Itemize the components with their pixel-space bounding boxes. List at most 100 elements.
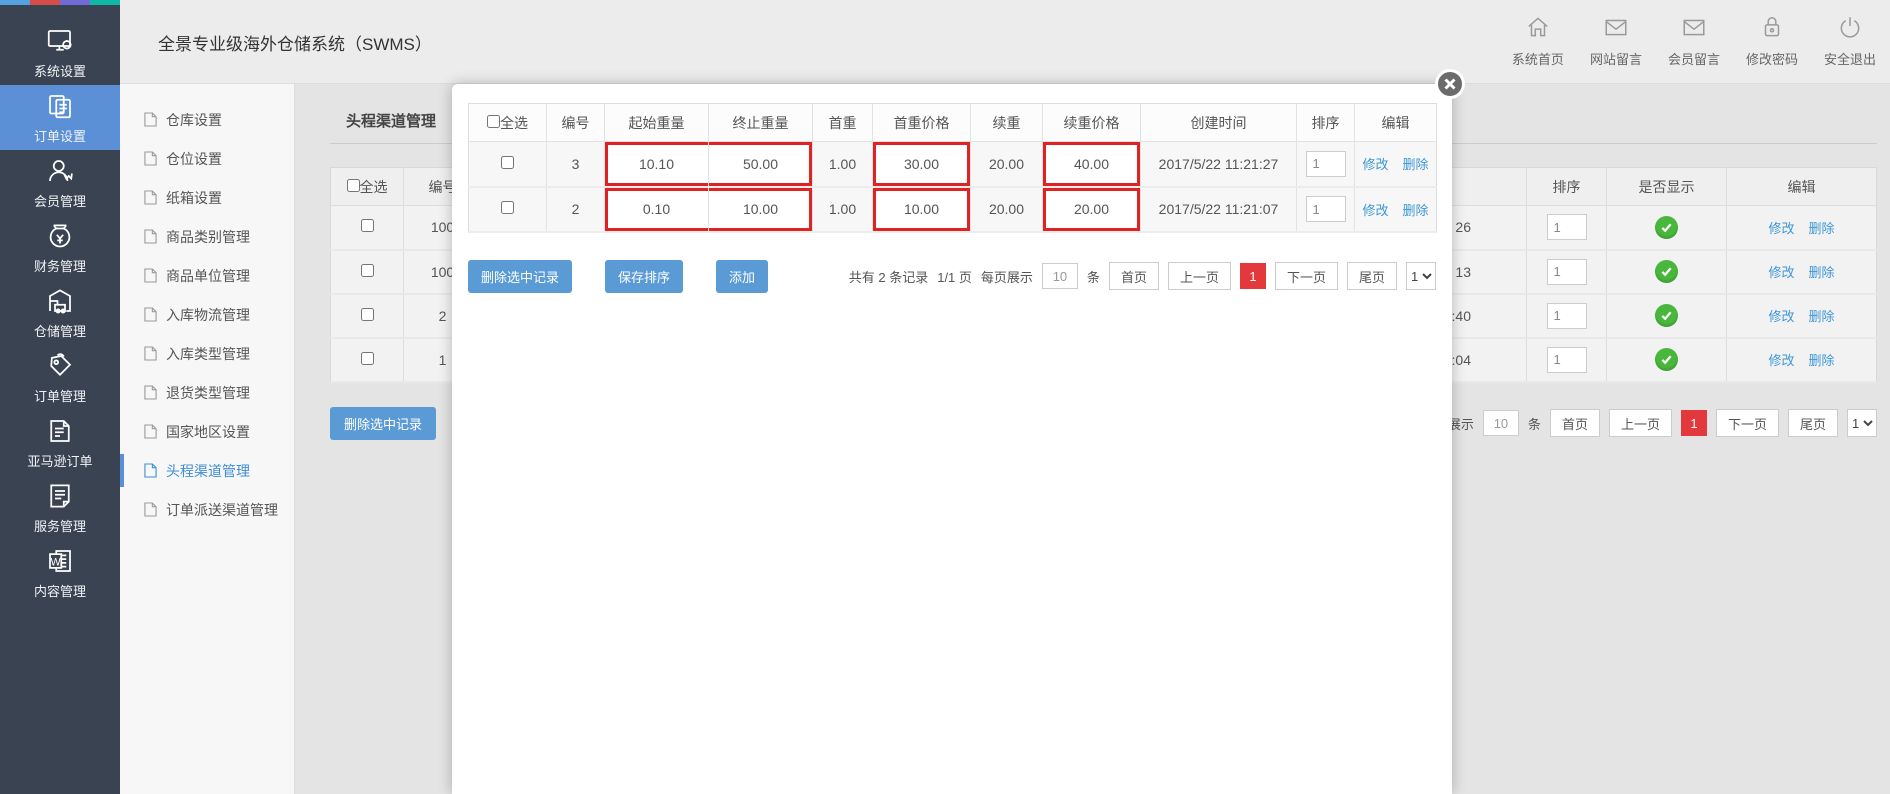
visible-check-icon[interactable]: [1655, 260, 1678, 283]
next-page-button[interactable]: 下一页: [1275, 262, 1338, 290]
visible-check-icon[interactable]: [1655, 216, 1678, 239]
page-icon: [144, 151, 157, 166]
submenu-item-product-unit[interactable]: 商品单位管理: [120, 256, 294, 295]
sort-input[interactable]: [1547, 303, 1587, 329]
last-page-button[interactable]: 尾页: [1788, 409, 1838, 437]
sidebar-item-order-management[interactable]: 订单管理: [0, 345, 120, 410]
header-action-site-messages[interactable]: 网站留言: [1590, 14, 1642, 68]
sort-input[interactable]: [1306, 196, 1346, 222]
next-page-button[interactable]: 下一页: [1716, 409, 1779, 437]
visible-header: 是否显示: [1607, 168, 1727, 206]
edit-link[interactable]: 修改: [1362, 203, 1388, 218]
header-action-member-messages[interactable]: 会员留言: [1668, 14, 1720, 68]
save-sort-button[interactable]: 保存排序: [605, 260, 683, 293]
submenu-item-label: 订单派送渠道管理: [166, 500, 278, 520]
sidebar-item-label: 服务管理: [34, 516, 86, 535]
sort-header: 排序: [1527, 168, 1607, 206]
perpage-label: 每页展示: [981, 267, 1033, 286]
perpage-unit: 条: [1528, 414, 1541, 433]
delete-link[interactable]: 删除: [1403, 203, 1429, 218]
select-all-checkbox[interactable]: [347, 179, 360, 192]
page-jump-select[interactable]: 1: [1406, 262, 1436, 290]
edit-link[interactable]: 修改: [1768, 221, 1794, 236]
total-records: 共有 2 条记录: [849, 267, 928, 286]
row-checkbox[interactable]: [361, 308, 374, 321]
submenu-item-country-region[interactable]: 国家地区设置: [120, 412, 294, 451]
page-icon: [144, 112, 157, 127]
submenu-item-warehouse-settings[interactable]: 仓库设置: [120, 100, 294, 139]
sort-input[interactable]: [1547, 259, 1587, 285]
row-checkbox[interactable]: [361, 352, 374, 365]
header-action-change-password[interactable]: 修改密码: [1746, 14, 1798, 68]
modal-table-row: 3 10.10 50.00 1.00 30.00 20.00 40.00 201…: [469, 142, 1437, 187]
strip-purple: [60, 0, 90, 5]
sidebar-item-service-management[interactable]: 服务管理: [0, 475, 120, 540]
sidebar-item-amazon-orders[interactable]: 亚马逊订单: [0, 410, 120, 475]
delete-link[interactable]: 删除: [1403, 157, 1429, 172]
current-page-button[interactable]: 1: [1681, 410, 1707, 436]
sort-input[interactable]: [1306, 151, 1346, 177]
row-checkbox[interactable]: [501, 156, 514, 169]
first-page-button[interactable]: 首页: [1109, 262, 1159, 290]
sort-input[interactable]: [1547, 214, 1587, 240]
edit-link[interactable]: 修改: [1768, 265, 1794, 280]
strip-teal: [90, 0, 120, 5]
delete-link[interactable]: 删除: [1809, 221, 1835, 236]
perpage-input[interactable]: [1042, 263, 1078, 289]
submenu-item-label: 仓位设置: [166, 149, 222, 169]
submenu-item-carton-settings[interactable]: 纸箱设置: [120, 178, 294, 217]
row-checkbox[interactable]: [361, 219, 374, 232]
sidebar-item-warehouse-management[interactable]: 仓储管理: [0, 280, 120, 345]
delete-link[interactable]: 删除: [1809, 265, 1835, 280]
submenu-item-product-category[interactable]: 商品类别管理: [120, 217, 294, 256]
submenu-item-inbound-type[interactable]: 入库类型管理: [120, 334, 294, 373]
page-icon: [144, 463, 157, 478]
delete-link[interactable]: 删除: [1809, 309, 1835, 324]
submenu-item-return-type[interactable]: 退货类型管理: [120, 373, 294, 412]
row-checkbox[interactable]: [501, 201, 514, 214]
submenu-item-order-delivery-channel[interactable]: 订单派送渠道管理: [120, 490, 294, 529]
edit-link[interactable]: 修改: [1362, 157, 1388, 172]
sidebar-item-order-settings[interactable]: 订单设置: [0, 85, 120, 150]
pagination: 1 页 每页展示 条 首页 上一页 1 下一页 尾页 1: [1389, 409, 1877, 437]
cont-weight-cell: 20.00: [971, 142, 1043, 187]
header-action-logout[interactable]: 安全退出: [1824, 14, 1876, 68]
prev-page-button[interactable]: 上一页: [1168, 262, 1231, 290]
submenu-item-bin-settings[interactable]: 仓位设置: [120, 139, 294, 178]
row-checkbox[interactable]: [361, 264, 374, 277]
lock-icon: [1759, 14, 1785, 45]
page-jump-select[interactable]: 1: [1847, 409, 1877, 437]
submenu-item-label: 头程渠道管理: [166, 461, 250, 481]
sidebar-item-system-settings[interactable]: 系统设置: [0, 20, 120, 85]
submenu-item-first-leg-channel[interactable]: 头程渠道管理: [120, 451, 294, 490]
number-header: 编号: [547, 104, 605, 142]
prev-page-button[interactable]: 上一页: [1609, 409, 1672, 437]
edit-link[interactable]: 修改: [1768, 353, 1794, 368]
delete-selected-button[interactable]: 删除选中记录: [330, 407, 436, 440]
warehouse-icon: [45, 286, 75, 316]
sidebar-item-finance-management[interactable]: 财务管理: [0, 215, 120, 280]
header-action-home[interactable]: 系统首页: [1512, 14, 1564, 68]
edit-header: 编辑: [1355, 104, 1437, 142]
submenu-item-label: 退货类型管理: [166, 383, 250, 403]
delete-link[interactable]: 删除: [1809, 353, 1835, 368]
perpage-input[interactable]: [1483, 410, 1519, 436]
select-all-checkbox[interactable]: [487, 115, 500, 128]
last-page-button[interactable]: 尾页: [1347, 262, 1397, 290]
current-page-button[interactable]: 1: [1240, 263, 1266, 289]
close-icon[interactable]: [1435, 69, 1465, 99]
first-price-cell: 10.00: [873, 187, 971, 232]
power-icon: [1837, 14, 1863, 45]
sidebar-item-content-management[interactable]: W 内容管理: [0, 540, 120, 605]
cont-price-cell: 40.00: [1043, 142, 1141, 187]
visible-check-icon[interactable]: [1655, 348, 1678, 371]
sidebar-item-member-management[interactable]: 会员管理: [0, 150, 120, 215]
visible-check-icon[interactable]: [1655, 304, 1678, 327]
sort-input[interactable]: [1547, 347, 1587, 373]
submenu-item-inbound-logistics[interactable]: 入库物流管理: [120, 295, 294, 334]
delete-selected-button[interactable]: 删除选中记录: [468, 260, 572, 293]
add-button[interactable]: 添加: [716, 260, 768, 293]
first-page-button[interactable]: 首页: [1550, 409, 1600, 437]
first-weight-cell: 1.00: [813, 187, 873, 232]
edit-link[interactable]: 修改: [1768, 309, 1794, 324]
